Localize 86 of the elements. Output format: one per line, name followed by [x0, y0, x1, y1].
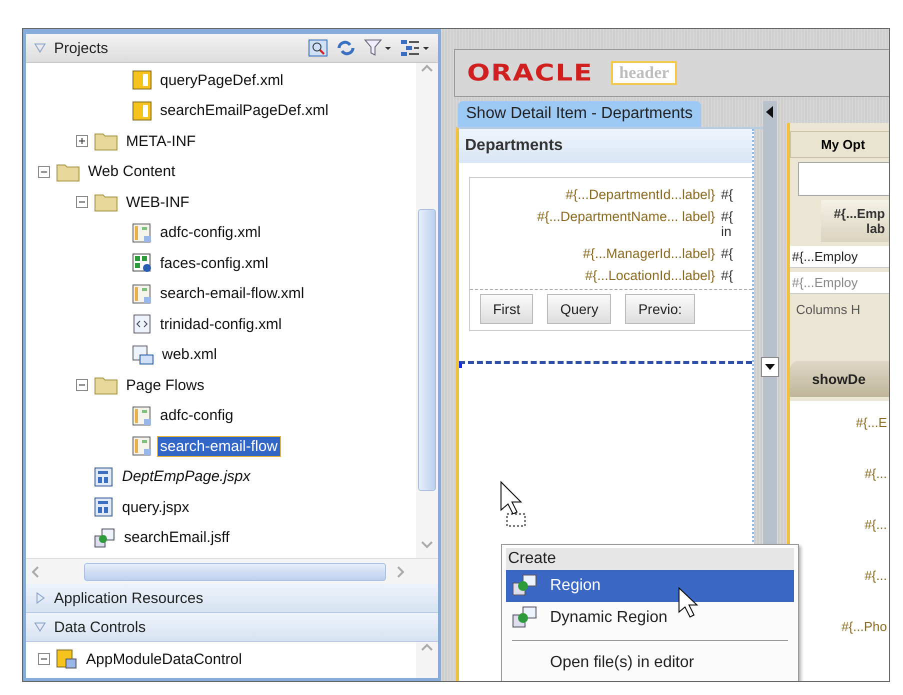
options-button[interactable]: My Opt: [790, 131, 889, 158]
field-value: #{ in: [721, 208, 734, 239]
accordion-header[interactable]: Application Resources: [26, 584, 438, 613]
table-cell: #{...Employ: [790, 272, 889, 294]
document-icon: [132, 70, 152, 90]
grid-file-icon: [132, 253, 152, 274]
tree-item[interactable]: queryPageDef.xml: [158, 70, 286, 90]
form-button[interactable]: First: [480, 294, 534, 324]
page-file-icon: [94, 497, 114, 518]
panel-title: Projects: [54, 40, 110, 56]
region-icon: [512, 574, 538, 598]
tree-item[interactable]: trinidad-config.xml: [158, 314, 284, 334]
field-label: #{...E: [856, 415, 888, 430]
field-label: #{...Pho: [841, 619, 888, 634]
field-label: #{...DepartmentId...label}: [564, 186, 715, 202]
field-label: #{...: [864, 517, 888, 532]
caret-icon: [764, 363, 775, 371]
menu-item[interactable]: Dynamic Region: [506, 602, 794, 634]
menu-header: Create: [506, 548, 794, 570]
field-label: #{...LocationId...label}: [584, 267, 715, 283]
tree-item[interactable]: searchEmail.jsff: [122, 528, 232, 548]
layout-icon[interactable]: [400, 39, 430, 57]
panel-title: Departments: [459, 129, 752, 163]
collapse-left-icon[interactable]: [764, 105, 775, 119]
tree-item[interactable]: search-email-flow: [158, 436, 280, 456]
diagram-file-icon: [132, 284, 152, 304]
diagram-file-icon: [132, 406, 152, 426]
fragment-file-icon: [94, 528, 116, 548]
sync-icon[interactable]: [336, 39, 356, 57]
field-value: #{: [721, 267, 734, 283]
table-footer: Columns H: [790, 298, 889, 321]
data-control-icon: [56, 649, 78, 670]
accordion-title: Data Controls: [54, 618, 146, 636]
tree-item[interactable]: search-email-flow.xml: [158, 284, 306, 304]
search-icon[interactable]: [308, 39, 328, 57]
logo: ORACLE: [467, 60, 594, 86]
tree-item[interactable]: AppModuleDataControl: [84, 650, 244, 669]
field-label: #{...DepartmentName... label}: [536, 208, 715, 226]
diagram-file-icon: [132, 222, 152, 243]
component-tab[interactable]: Show Detail Item - Departments: [458, 101, 701, 127]
tree-item[interactable]: adfc-config: [158, 406, 236, 426]
field-value: #{: [721, 245, 734, 261]
expand-toggle-icon[interactable]: [76, 135, 88, 148]
code-file-icon: [132, 314, 152, 334]
page-file-icon: [94, 466, 114, 487]
region-icon: [512, 606, 538, 630]
tree-item[interactable]: WEB-INF: [124, 192, 192, 212]
folder-icon: [94, 375, 118, 396]
folder-icon: [94, 192, 118, 212]
form-button[interactable]: Query: [547, 294, 612, 324]
form-button[interactable]: Previo:: [625, 294, 695, 324]
filter-icon[interactable]: [364, 39, 392, 57]
dropdown-button[interactable]: [760, 357, 779, 377]
menu-item[interactable]: Open file(s) in editor: [506, 647, 794, 679]
field-value: #{: [721, 186, 734, 202]
field-label: #{...: [864, 568, 888, 583]
tree-item[interactable]: Web Content: [86, 162, 178, 182]
field-label: #{...ManagerId...label}: [582, 245, 715, 261]
folder-icon: [56, 162, 80, 182]
vertical-scrollbar[interactable]: [416, 642, 438, 678]
pointer-cursor-icon: [677, 586, 699, 620]
tree-item[interactable]: Page Flows: [124, 376, 206, 395]
table-cell: #{...Employ: [790, 246, 889, 268]
document-icon: [132, 100, 152, 121]
tree-item[interactable]: searchEmailPageDef.xml: [158, 101, 330, 120]
accordion-header[interactable]: Data Controls: [26, 613, 438, 642]
diagram-file-icon: [132, 436, 152, 456]
facet-label: header: [611, 61, 678, 85]
tree-item[interactable]: web.xml: [160, 345, 220, 364]
menu-item[interactable]: Region: [506, 570, 794, 602]
tree-item[interactable]: faces-config.xml: [158, 254, 270, 273]
folder-icon: [94, 131, 118, 152]
tree-item[interactable]: META-INF: [124, 132, 198, 151]
collapse-toggle-icon[interactable]: [76, 379, 88, 392]
field-label: #{...: [864, 466, 888, 481]
component-tab[interactable]: showDe: [790, 361, 889, 397]
input-field[interactable]: [798, 162, 889, 196]
tree-item[interactable]: adfc-config.xml: [158, 223, 263, 242]
accordion-title: Application Resources: [54, 590, 204, 606]
collapse-toggle-icon[interactable]: [76, 196, 88, 208]
collapse-toggle-icon[interactable]: [38, 166, 50, 178]
tree-item[interactable]: query.jspx: [120, 498, 192, 517]
tree-item[interactable]: DeptEmpPage.jspx: [120, 467, 252, 486]
collapse-toggle-icon[interactable]: [38, 653, 50, 666]
column-header[interactable]: #{...Emp lab: [821, 200, 889, 242]
code-window-icon: [132, 344, 154, 365]
